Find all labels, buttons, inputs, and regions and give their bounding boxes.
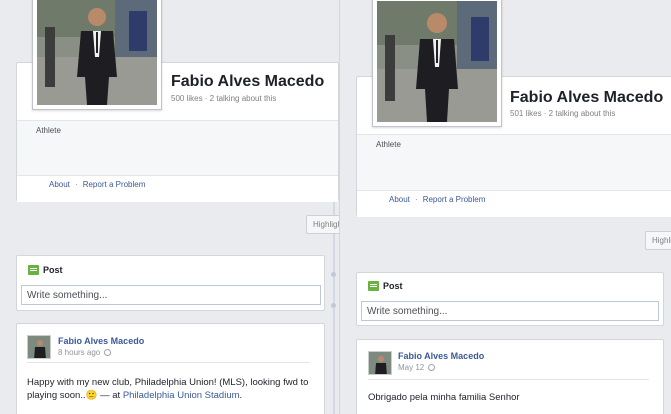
info-band [17,120,338,175]
composer-header[interactable]: Post [368,281,403,291]
right-page-screenshot: Athlete About · Report a Problem Fabio A… [339,0,671,414]
avatar-image [369,352,391,374]
page-name[interactable]: Fabio Alves Macedo [510,89,663,107]
post-text: Obrigado pela minha familia Senhor [368,392,520,403]
timeline-dot [331,303,336,308]
post-author[interactable]: Fabio Alves Macedo [58,336,144,346]
about-link[interactable]: About [389,195,410,204]
post-author[interactable]: Fabio Alves Macedo [398,351,484,361]
post-timestamp[interactable]: 8 hours ago [58,348,100,357]
person-photo-illustration [37,0,157,105]
post-body: Happy with my new club, Philadelphia Uni… [27,377,309,401]
composer-header[interactable]: Post [28,265,63,275]
author-avatar[interactable] [27,335,51,359]
timeline-dot [331,272,336,277]
post-timestamp[interactable]: May 12 [398,363,424,372]
page-category: Athlete [376,140,401,149]
write-something-input[interactable]: Write something... [21,285,321,305]
about-link[interactable]: About [49,180,70,189]
post-icon [28,265,39,275]
left-page-screenshot: Athlete About · Report a Problem Fabio A… [0,0,339,414]
post-icon [368,281,379,291]
person-photo-illustration [377,1,497,122]
post-meta: May 12 [398,363,436,372]
composer-card: Post Write something... [16,255,325,311]
post-divider [368,379,649,380]
header-links: About · Report a Problem [389,195,486,204]
post-card: Fabio Alves Macedo 8 hours ago Happy wit… [16,323,325,414]
post-card: Fabio Alves Macedo May 12 Obrigado pela … [356,339,664,414]
profile-picture[interactable] [32,0,162,110]
composer-card: Post Write something... [356,272,664,326]
avatar-image [28,336,50,358]
globe-icon [428,364,436,371]
info-band [357,134,671,190]
author-avatar[interactable] [368,351,392,375]
post-body: Obrigado pela minha familia Senhor [368,391,658,404]
globe-icon [104,349,112,356]
highlights-dropdown[interactable]: Highlights [306,215,339,234]
profile-picture[interactable] [372,0,502,127]
highlights-dropdown[interactable]: Highlights [645,231,671,250]
post-divider [27,362,310,363]
profile-photo-image [37,0,157,105]
page-name[interactable]: Fabio Alves Macedo [171,73,324,91]
post-meta: 8 hours ago [58,348,112,357]
page-stats: 501 likes · 2 talking about this [510,109,616,118]
report-problem-link[interactable]: Report a Problem [423,195,486,204]
header-links: About · Report a Problem [49,180,146,189]
composer-title: Post [43,265,63,275]
smile-emoji-icon: 🙂 [85,390,98,401]
composer-title: Post [383,281,403,291]
write-something-input[interactable]: Write something... [361,301,659,321]
place-link[interactable]: Philadelphia Union Stadium [123,390,240,401]
report-problem-link[interactable]: Report a Problem [83,180,146,189]
page-stats: 500 likes · 2 talking about this [171,94,277,103]
page-category: Athlete [36,126,61,135]
profile-photo-image [377,1,497,122]
